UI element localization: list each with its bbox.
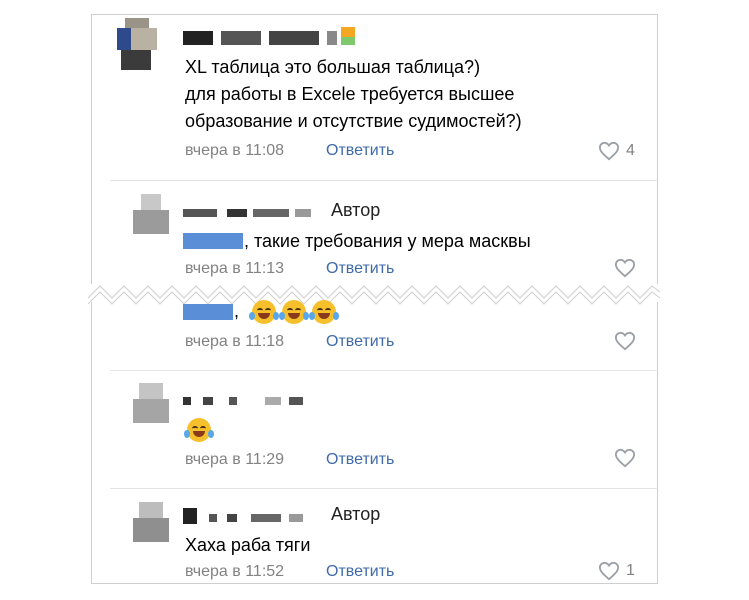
comment-text: образование и отсутствие судимостей?) <box>185 111 522 131</box>
tears-of-joy-emoji-icon <box>279 300 309 324</box>
heart-outline-icon <box>614 331 636 351</box>
comment-text: для работы в Excele требуется высшее <box>185 84 515 104</box>
emoji-row <box>184 418 214 442</box>
tears-of-joy-emoji-icon <box>184 418 214 442</box>
content-break <box>88 284 660 305</box>
reply-button[interactable]: Ответить <box>326 333 394 351</box>
like-count: 1 <box>626 562 635 579</box>
author-name[interactable] <box>183 27 355 51</box>
mention-link[interactable] <box>183 233 243 249</box>
comment-text: XL таблица это большая таблица?) <box>185 57 481 77</box>
comment-time: вчера в 11:13 <box>185 260 285 277</box>
author-name[interactable] <box>183 205 323 227</box>
comment-text: Хаха раба тяги <box>185 535 311 555</box>
author-name[interactable] <box>183 508 323 530</box>
comment-time: вчера в 11:18 <box>185 333 285 350</box>
author-name[interactable] <box>183 393 323 415</box>
heart-outline-icon <box>614 448 636 468</box>
heart-outline-icon <box>614 258 636 278</box>
author-badge: Автор <box>331 200 381 220</box>
reply-button[interactable]: Ответить <box>326 260 394 278</box>
heart-outline-icon <box>598 561 620 581</box>
tears-of-joy-emoji-icon <box>309 300 339 324</box>
like-button[interactable] <box>614 258 636 278</box>
avatar[interactable] <box>133 502 169 542</box>
tears-of-joy-emoji-icon <box>249 300 279 324</box>
comment-time: вчера в 11:29 <box>185 451 285 468</box>
divider <box>110 370 658 371</box>
comment-text: , <box>234 301 240 321</box>
like-button[interactable] <box>614 448 636 468</box>
mention-link[interactable] <box>183 304 233 320</box>
author-badge: Автор <box>331 504 381 524</box>
avatar[interactable] <box>133 383 169 423</box>
comment-text: , такие требования у мера масквы <box>244 231 531 251</box>
comment-time: вчера в 11:52 <box>185 563 285 580</box>
reply-button[interactable]: Ответить <box>326 142 394 160</box>
like-button[interactable]: 4 <box>598 141 635 161</box>
reply-button[interactable]: Ответить <box>326 451 394 469</box>
reply-button[interactable]: Ответить <box>326 563 394 581</box>
avatar[interactable] <box>117 18 157 70</box>
divider <box>110 180 658 181</box>
emoji-row <box>249 300 339 324</box>
like-count: 4 <box>626 142 635 159</box>
divider <box>110 488 658 489</box>
comment-time: вчера в 11:08 <box>185 142 285 159</box>
like-button[interactable]: 1 <box>598 561 635 581</box>
like-button[interactable] <box>614 331 636 351</box>
avatar[interactable] <box>133 194 169 234</box>
heart-outline-icon <box>598 141 620 161</box>
